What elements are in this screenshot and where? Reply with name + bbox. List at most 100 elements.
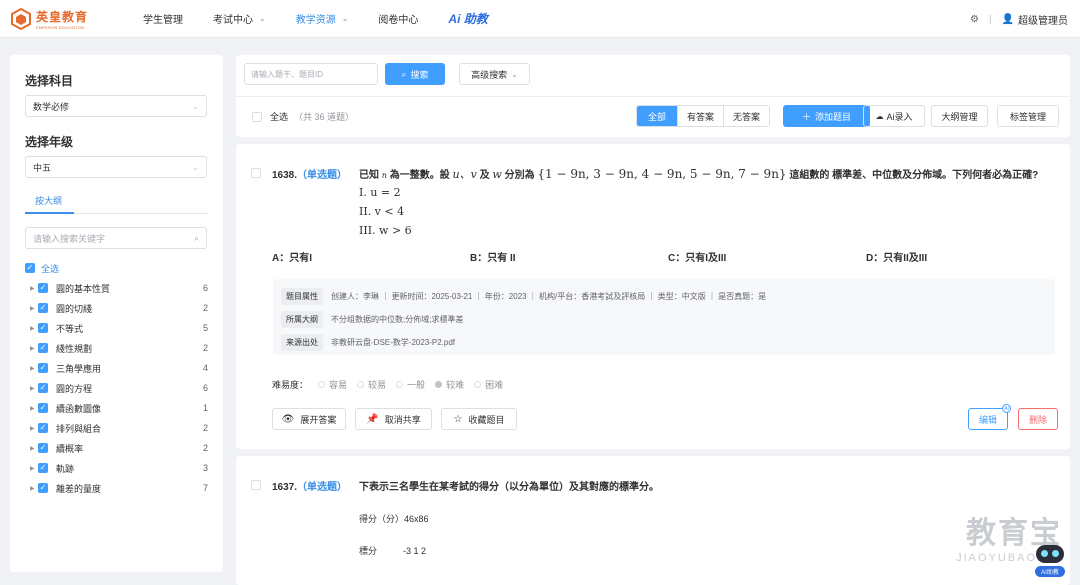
caret-right-icon[interactable]: ▶ (30, 485, 38, 492)
tree-item[interactable]: ▶ ✓ 續函數圖像 1 (25, 398, 208, 418)
tree-item[interactable]: ▶ ✓ 三角學應用 4 (25, 358, 208, 378)
checkbox-checked-icon[interactable]: ✓ (38, 443, 48, 453)
brand-name: 英皇教育 (36, 9, 89, 24)
caret-right-icon[interactable]: ▶ (30, 305, 38, 312)
outline-search-input[interactable]: 请输入搜索关键字 ⌕ (25, 227, 207, 249)
radio-icon[interactable] (357, 381, 365, 388)
checkbox-checked-icon[interactable]: ✓ (38, 423, 48, 433)
cloud-upload-icon: ☁ (875, 111, 884, 121)
checkbox-checked-icon[interactable]: ✓ (38, 303, 48, 313)
advanced-search-button[interactable]: 高级搜索 ⌄ (459, 63, 530, 85)
plus-icon: ＋ (801, 111, 811, 122)
meta-outline: 所属大纲 不分组数据的中位数;分佈域;求標準差 (281, 311, 463, 328)
checkbox-icon[interactable] (251, 480, 261, 490)
brand-logo[interactable]: 英皇教育 EMPEROR EDUCATION (10, 7, 125, 30)
caret-right-icon[interactable]: ▶ (30, 285, 38, 292)
caret-right-icon[interactable]: ▶ (30, 405, 38, 412)
search-button[interactable]: ⌕ 搜索 (385, 63, 445, 85)
nav-ai-assistant[interactable]: Ai 助教 (448, 10, 487, 27)
subject-title: 选择科目 (25, 74, 74, 88)
checkbox-checked-icon[interactable]: ✓ (25, 263, 35, 273)
checkbox-icon[interactable] (251, 168, 261, 178)
caret-right-icon[interactable]: ▶ (30, 385, 38, 392)
tree-item[interactable]: ▶ ✓ 排列與組合 2 (25, 418, 208, 438)
ai-import-button[interactable]: ☁ Ai录入 (863, 105, 925, 127)
top-nav: 英皇教育 EMPEROR EDUCATION 学生管理 考试中心 ⌄ 教学资源 ⌄ … (0, 0, 1080, 38)
outline-tree: ✓ 全选 ▶ ✓ 圓的基本性質 6 ▶ ✓ 圓的切綫 2 ▶ ✓ 不等式 5 ▶ ✓ 綫性規劃 2 ▶ ✓… (25, 258, 208, 498)
logo-mark-icon (10, 7, 32, 30)
checkbox-checked-icon[interactable]: ✓ (38, 403, 48, 413)
nav-exam-center[interactable]: 考试中心 ⌄ (213, 11, 266, 26)
question-search-input[interactable]: 请输入题干、题目ID (244, 63, 378, 85)
checkbox-checked-icon[interactable]: ✓ (38, 383, 48, 393)
tree-item[interactable]: ▶ ✓ 綫性規劃 2 (25, 338, 208, 358)
condition-2: II. v < 4 (359, 205, 405, 218)
edit-button[interactable]: 编辑 Ai (968, 404, 1011, 430)
filter-all[interactable]: 全部 (637, 106, 677, 126)
checkbox-checked-icon[interactable]: ✓ (38, 323, 48, 333)
caret-right-icon[interactable]: ▶ (30, 465, 38, 472)
checkbox-icon[interactable] (252, 111, 262, 122)
tree-item[interactable]: ▶ ✓ 圓的切綫 2 (25, 298, 208, 318)
tag-manage-button[interactable]: 标签管理 (997, 105, 1059, 127)
caret-right-icon[interactable]: ▶ (30, 425, 38, 432)
search-icon: ⌕ (193, 232, 199, 243)
select-all[interactable]: 全选 （共 36 道题） (252, 110, 354, 123)
divider (236, 96, 1070, 97)
filter-has-answer[interactable]: 有答案 (677, 106, 723, 126)
user-icon: 👤 (1001, 13, 1014, 25)
tab-outline[interactable]: 按大纲 (35, 194, 62, 207)
tree-select-all[interactable]: ✓ 全选 (25, 258, 208, 278)
option-d: D：只有II及III (866, 253, 928, 264)
checkbox-checked-icon[interactable]: ✓ (38, 463, 48, 473)
star-icon: ☆ (453, 413, 463, 425)
sidebar: 选择科目 数学必修 ⌄ 选择年级 中五 ⌄ 按大纲 请输入搜索关键字 ⌕ ✓ 全选 … (10, 55, 223, 572)
delete-button[interactable]: 删除 (1018, 408, 1058, 430)
checkbox-checked-icon[interactable]: ✓ (38, 363, 48, 373)
chevron-down-icon: ⌄ (192, 162, 199, 172)
unshare-button[interactable]: 📌 取消共享 (355, 408, 432, 430)
brand-tagline: EMPEROR EDUCATION (36, 24, 84, 30)
tree-item[interactable]: ▶ ✓ 不等式 5 (25, 318, 208, 338)
robot-icon (1036, 545, 1064, 563)
tree-item[interactable]: ▶ ✓ 軌跡 3 (25, 458, 208, 478)
checkbox-checked-icon[interactable]: ✓ (38, 483, 48, 493)
toolbar-card: 请输入题干、题目ID ⌕ 搜索 高级搜索 ⌄ 全选 （共 36 道题） 全部 有答案… (236, 55, 1070, 137)
nav-students[interactable]: 学生管理 (143, 11, 183, 26)
sidebar-tabs: 按大纲 (25, 192, 208, 214)
checkbox-checked-icon[interactable]: ✓ (38, 343, 48, 353)
radio-selected-icon[interactable] (435, 381, 443, 388)
radio-icon[interactable] (318, 381, 326, 388)
add-question-button[interactable]: ＋添加题目 (783, 105, 870, 127)
tree-item[interactable]: ▶ ✓ 離差的量度 7 (25, 478, 208, 498)
nav-grading-center[interactable]: 阅卷中心 (378, 11, 418, 26)
meta-attributes: 题目属性 创建人：李琳 ｜ 更新时间：2025-03-21 ｜ 年份：2023 ｜… (281, 288, 766, 305)
tree-item[interactable]: ▶ ✓ 續概率 2 (25, 438, 208, 458)
caret-right-icon[interactable]: ▶ (30, 325, 38, 332)
eye-icon: 👁 (281, 413, 295, 425)
tree-item[interactable]: ▶ ✓ 圓的方程 6 (25, 378, 208, 398)
user-name[interactable]: 超级管理员 (1018, 12, 1068, 27)
settings-icon[interactable]: ⚙ (970, 14, 979, 25)
question-number: 1638.（单选题） (272, 170, 348, 181)
grade-select[interactable]: 中五 ⌄ (25, 156, 207, 178)
caret-right-icon[interactable]: ▶ (30, 445, 38, 452)
caret-right-icon[interactable]: ▶ (30, 365, 38, 372)
chevron-down-icon: ⌄ (192, 101, 199, 111)
filter-no-answer[interactable]: 无答案 (723, 106, 769, 126)
checkbox-checked-icon[interactable]: ✓ (38, 283, 48, 293)
favorite-button[interactable]: ☆ 收藏题目 (441, 408, 517, 430)
search-icon: ⌕ (401, 68, 407, 79)
ai-assistant-bot[interactable]: AI助教 (1035, 545, 1065, 579)
expand-answer-button[interactable]: 👁 展开答案 (272, 408, 346, 430)
subject-select[interactable]: 数学必修 ⌄ (25, 95, 207, 117)
outline-manage-button[interactable]: 大纲管理 (931, 105, 988, 127)
radio-icon[interactable] (474, 381, 482, 388)
answer-filter: 全部 有答案 无答案 (636, 105, 771, 127)
tree-item[interactable]: ▶ ✓ 圓的基本性質 6 (25, 278, 208, 298)
tab-active-indicator (25, 212, 74, 214)
nav-teaching-resources[interactable]: 教学资源 ⌄ (296, 11, 349, 26)
caret-right-icon[interactable]: ▶ (30, 345, 38, 352)
radio-icon[interactable] (396, 381, 404, 388)
condition-1: I. u = 2 (359, 186, 401, 199)
